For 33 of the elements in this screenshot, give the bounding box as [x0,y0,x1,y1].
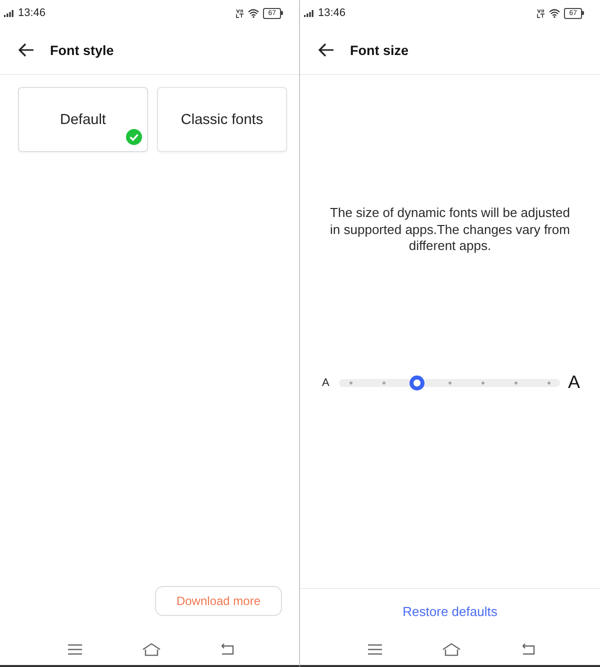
status-time: 13:46 [18,7,46,19]
step-dot-icon [547,381,550,384]
restore-defaults-button[interactable]: Restore defaults [394,600,506,622]
font-size-slider[interactable] [339,374,560,390]
back-nav-icon[interactable] [521,643,535,655]
home-icon[interactable] [142,642,160,656]
back-arrow-icon[interactable] [18,43,34,57]
menu-icon[interactable] [68,644,82,654]
home-icon[interactable] [442,642,461,656]
step-dot-icon [350,381,353,384]
step-dot-icon [382,381,386,384]
step-dot-icon [448,381,452,384]
step-dot-icon [482,381,485,384]
page-title: Font style [50,42,114,58]
page-title: Font size [350,42,409,58]
network-badge-icon [537,8,546,18]
back-arrow-icon[interactable] [318,43,334,57]
wifi-icon [248,8,260,18]
description-text: The size of dynamic fonts will be adjusted in supported apps.The changes vary from different apps. [329,205,571,254]
menu-icon[interactable] [368,644,382,654]
signal-icon [4,9,14,17]
small-size-label: A [322,376,330,388]
font-option-card[interactable]: Classic fonts [157,87,287,152]
step-dot-icon [514,381,518,384]
large-size-label: A [568,372,580,393]
back-nav-icon[interactable] [220,643,234,655]
status-time: 13:46 [318,7,346,19]
slider-thumb[interactable] [409,375,424,390]
wifi-icon [549,8,560,18]
signal-icon [304,9,314,17]
check-icon [126,129,142,145]
font-option-card[interactable]: Default [18,87,148,152]
network-badge-icon [236,8,244,18]
